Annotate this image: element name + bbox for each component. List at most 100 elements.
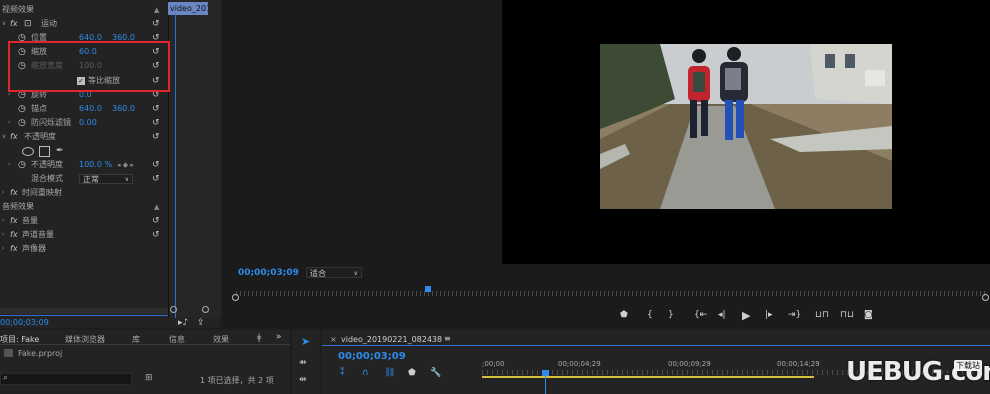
reset-icon[interactable]: ↺ bbox=[152, 214, 160, 228]
expand-chevron-icon[interactable]: › bbox=[2, 228, 4, 242]
opacity-value[interactable]: 100.0 % bbox=[79, 158, 112, 172]
anchor-x-value[interactable]: 640.0 bbox=[79, 102, 102, 116]
collapse-up-icon[interactable]: ▲ bbox=[154, 3, 159, 17]
ec-playhead[interactable] bbox=[175, 14, 176, 318]
reset-icon[interactable]: ↺ bbox=[152, 172, 160, 186]
channel-volume-label: 声道音量 bbox=[22, 230, 54, 239]
new-bin-icon[interactable]: ⊞ bbox=[145, 373, 153, 383]
antiflicker-row: › ◷ 防闪烁滤镜 0.00 ↺ bbox=[0, 116, 168, 130]
fx-icon[interactable]: fx bbox=[10, 228, 18, 242]
expand-chevron-icon[interactable]: › bbox=[8, 158, 10, 172]
stopwatch-icon[interactable]: ◷ bbox=[18, 102, 26, 116]
sequence-menu-icon[interactable]: ≡ bbox=[444, 334, 451, 343]
scroll-handle-left[interactable] bbox=[170, 306, 177, 313]
timeline-timecode[interactable]: 00;00;03;09 bbox=[338, 351, 406, 362]
volume-row[interactable]: › fx 音量 ↺ bbox=[0, 214, 168, 228]
program-ruler[interactable] bbox=[236, 291, 986, 296]
project-file-name: Fake.prproj bbox=[18, 349, 63, 358]
opacity-section-label: 不透明度 bbox=[24, 132, 56, 141]
nest-icon[interactable]: ⁑ bbox=[340, 368, 345, 378]
ellipse-mask-icon[interactable] bbox=[22, 147, 34, 156]
reset-icon[interactable]: ↺ bbox=[152, 17, 160, 31]
project-file-icon bbox=[4, 349, 13, 357]
export-icon[interactable]: ⇪ bbox=[197, 318, 205, 328]
ruler-label: 00;00;09;29 bbox=[668, 360, 711, 368]
video-picture-scene bbox=[600, 44, 892, 209]
snap-icon[interactable]: ∩ bbox=[362, 368, 369, 378]
expand-chevron-icon[interactable]: › bbox=[2, 214, 4, 228]
sequence-tab[interactable]: video_20190221_082438 bbox=[341, 335, 442, 344]
panner-row[interactable]: › fx 声像器 bbox=[0, 242, 168, 256]
step-back-icon[interactable]: ◂| bbox=[718, 310, 726, 320]
go-to-out-icon[interactable]: ⇥} bbox=[788, 310, 801, 320]
keyframe-nav-icon[interactable]: ◂ ◆ ▸ bbox=[117, 158, 134, 172]
anchor-y-value[interactable]: 360.0 bbox=[112, 102, 135, 116]
extract-icon[interactable]: ⊓⊔ bbox=[840, 310, 854, 320]
zoom-handle-right[interactable] bbox=[982, 294, 989, 301]
clip-bar[interactable]: video_2019 bbox=[168, 2, 208, 15]
motion-transform-icon[interactable]: ⊡ bbox=[24, 17, 32, 31]
mask-tools-row: ✒ bbox=[0, 144, 168, 158]
fx-icon[interactable]: fx bbox=[10, 17, 18, 31]
add-marker-icon[interactable]: ⬟ bbox=[408, 368, 416, 378]
collapse-up-icon[interactable]: ▲ bbox=[154, 200, 159, 214]
program-playhead[interactable] bbox=[425, 286, 431, 292]
tab-more-icon[interactable]: ǂ bbox=[257, 333, 261, 343]
pen-mask-icon[interactable]: ✒ bbox=[56, 144, 64, 158]
motion-row[interactable]: ∨ fx ⊡ 运动 ↺ bbox=[0, 17, 168, 31]
stopwatch-icon[interactable]: ◷ bbox=[18, 158, 26, 172]
fit-select[interactable]: 适合 ∨ bbox=[306, 267, 362, 278]
fx-icon[interactable]: fx bbox=[10, 130, 18, 144]
expand-chevron-icon[interactable]: › bbox=[8, 116, 10, 130]
video-picture bbox=[600, 44, 892, 209]
divider bbox=[322, 345, 990, 346]
highlight-box bbox=[8, 41, 170, 92]
ec-scrollbar[interactable] bbox=[0, 308, 168, 314]
work-area-bar[interactable] bbox=[482, 376, 814, 378]
time-remap-row[interactable]: › fx 时间重映射 bbox=[0, 186, 168, 200]
play-audio-icon[interactable]: ▸♪ bbox=[178, 318, 188, 328]
play-icon[interactable]: ▶ bbox=[742, 309, 750, 322]
scroll-handle-right[interactable] bbox=[202, 306, 209, 313]
panel-overflow-icon[interactable]: » bbox=[276, 332, 282, 342]
marker-icon[interactable]: ⬟ bbox=[620, 310, 628, 320]
blend-mode-label: 混合模式 bbox=[31, 174, 63, 183]
step-forward-icon[interactable]: |▸ bbox=[765, 310, 773, 320]
stopwatch-icon[interactable]: ◷ bbox=[18, 116, 26, 130]
mark-out-icon[interactable]: } bbox=[668, 310, 674, 320]
go-to-in-icon[interactable]: {⇤ bbox=[694, 310, 707, 320]
selection-tool-icon[interactable]: ➤ bbox=[301, 335, 310, 348]
zoom-handle-left[interactable] bbox=[232, 294, 239, 301]
expand-chevron-icon[interactable]: ∨ bbox=[2, 130, 6, 144]
search-input[interactable] bbox=[0, 373, 132, 385]
track-select-tool-icon[interactable]: ⇻ bbox=[299, 358, 307, 368]
opacity-section-row[interactable]: ∨ fx 不透明度 ↺ bbox=[0, 130, 168, 144]
close-icon[interactable]: × bbox=[330, 335, 337, 344]
antiflicker-value[interactable]: 0.00 bbox=[79, 116, 97, 130]
reset-icon[interactable]: ↺ bbox=[152, 158, 160, 172]
channel-volume-row[interactable]: › fx 声道音量 ↺ bbox=[0, 228, 168, 242]
reset-icon[interactable]: ↺ bbox=[152, 130, 160, 144]
program-timecode[interactable]: 00;00;03;09 bbox=[238, 268, 299, 278]
expand-chevron-icon[interactable]: › bbox=[2, 186, 4, 200]
watermark-badge: 下载站 bbox=[954, 360, 982, 371]
mark-in-icon[interactable]: { bbox=[647, 310, 653, 320]
ripple-edit-tool-icon[interactable]: ⇹ bbox=[299, 375, 307, 385]
expand-chevron-icon[interactable]: › bbox=[2, 242, 4, 256]
lift-icon[interactable]: ⊔⊓ bbox=[815, 310, 829, 320]
expand-chevron-icon[interactable]: ∨ bbox=[2, 17, 6, 31]
opacity-label: 不透明度 bbox=[31, 160, 63, 169]
reset-icon[interactable]: ↺ bbox=[152, 102, 160, 116]
wrench-icon[interactable]: 🔧 bbox=[430, 368, 441, 378]
blend-mode-select[interactable]: 正常 ∨ bbox=[79, 174, 133, 184]
project-panel: 项目: Fake 媒体浏览器 库 信息 效果 ǂ » Fake.prproj ⌕… bbox=[0, 330, 290, 394]
opacity-row: › ◷ 不透明度 100.0 % ◂ ◆ ▸ ↺ bbox=[0, 158, 168, 172]
camera-icon[interactable]: ◙ bbox=[864, 310, 873, 320]
fx-icon[interactable]: fx bbox=[10, 214, 18, 228]
reset-icon[interactable]: ↺ bbox=[152, 228, 160, 242]
reset-icon[interactable]: ↺ bbox=[152, 116, 160, 130]
ruler-label: ;00;00 bbox=[482, 360, 505, 368]
video-effects-label: 视频效果 bbox=[2, 5, 34, 14]
linked-selection-icon[interactable]: ⛓ bbox=[384, 368, 395, 378]
rectangle-mask-icon[interactable] bbox=[39, 146, 50, 157]
